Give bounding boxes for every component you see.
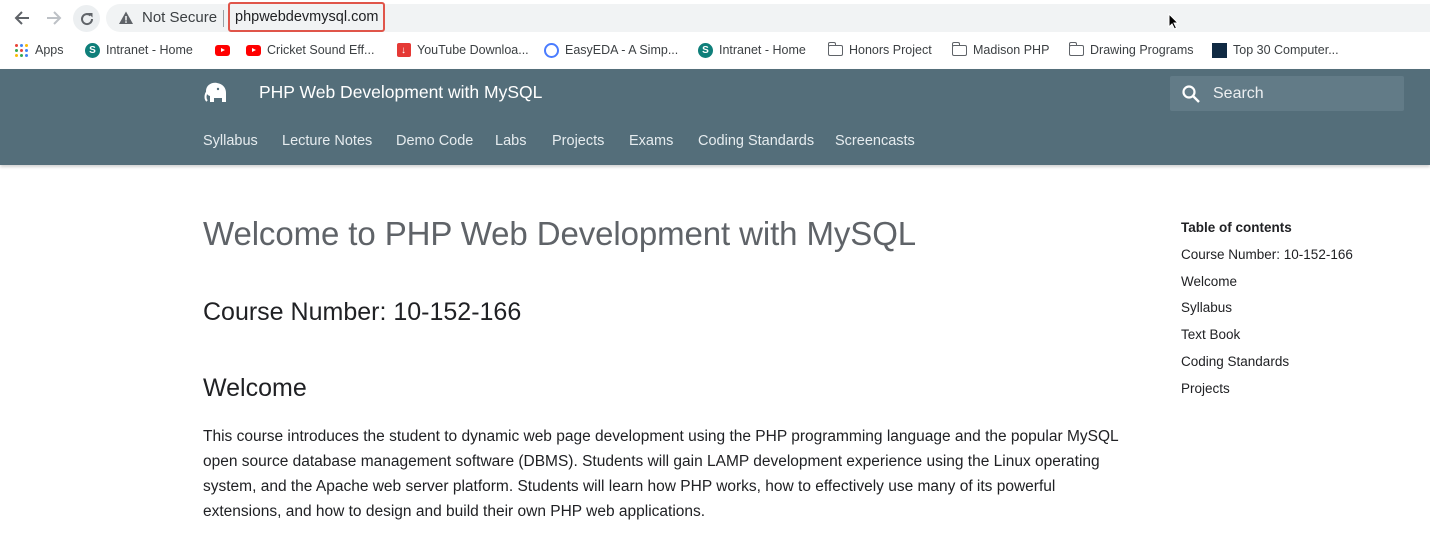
bookmark-label: Drawing Programs — [1090, 43, 1194, 57]
tab-exams[interactable]: Exams — [629, 133, 673, 149]
site-header: PHP Web Development with MySQL Syllabus … — [0, 69, 1430, 165]
course-number-heading: Course Number: 10-152-166 — [203, 298, 522, 326]
welcome-heading: Welcome — [203, 374, 307, 402]
security-status-label[interactable]: Not Secure — [142, 9, 217, 26]
bookmark-easyeda[interactable]: EasyEDA - A Simp... — [544, 41, 678, 59]
folder-icon — [827, 41, 843, 58]
mouse-cursor-icon — [1168, 13, 1179, 30]
download-icon: ↓ — [396, 43, 411, 58]
tab-syllabus[interactable]: Syllabus — [203, 133, 258, 149]
bookmark-drawing-programs[interactable]: Drawing Programs — [1068, 41, 1194, 59]
site-title[interactable]: PHP Web Development with MySQL — [259, 82, 542, 103]
welcome-paragraph: This course introduces the student to dy… — [203, 428, 1119, 520]
toc-item-projects[interactable]: Projects — [1181, 381, 1230, 396]
bookmark-youtube-downloader[interactable]: ↓ YouTube Downloa... — [396, 41, 529, 59]
bookmark-apps[interactable]: Apps — [14, 41, 64, 59]
arrow-right-icon — [47, 11, 62, 25]
toc-title: Table of contents — [1181, 220, 1292, 235]
bookmark-honors-project[interactable]: Honors Project — [827, 41, 932, 59]
warning-icon — [119, 11, 133, 24]
elephant-logo-icon[interactable] — [203, 81, 229, 105]
search-input[interactable] — [1213, 76, 1393, 111]
bookmark-madison-php[interactable]: Madison PHP — [951, 41, 1050, 59]
forward-button[interactable] — [42, 6, 66, 30]
site-icon — [1212, 42, 1227, 58]
tab-lecture-notes[interactable]: Lecture Notes — [282, 133, 372, 149]
tab-coding-standards[interactable]: Coding Standards — [698, 133, 814, 149]
toc-item-syllabus[interactable]: Syllabus — [1181, 300, 1232, 315]
bookmark-label: YouTube Downloa... — [417, 43, 529, 57]
bookmark-youtube[interactable] — [215, 41, 230, 59]
easyeda-icon — [544, 42, 559, 58]
folder-icon — [1068, 41, 1084, 58]
tab-demo-code[interactable]: Demo Code — [396, 133, 473, 149]
apps-grid-icon — [14, 43, 29, 58]
toc-item-text-book[interactable]: Text Book — [1181, 327, 1240, 342]
toc-item-welcome[interactable]: Welcome — [1181, 274, 1237, 289]
bookmark-label: Honors Project — [849, 43, 932, 57]
page-title: Welcome to PHP Web Development with MySQ… — [203, 215, 917, 252]
reload-button[interactable] — [73, 5, 100, 32]
bookmark-intranet-home-2[interactable]: S Intranet - Home — [698, 41, 806, 59]
sharepoint-icon: S — [85, 42, 100, 58]
youtube-icon — [246, 43, 261, 58]
browser-toolbar: Not Secure phpwebdevmysql.com — [0, 0, 1430, 36]
folder-icon — [951, 41, 967, 58]
bookmarks-bar: Apps S Intranet - Home Cricket Sound Eff… — [0, 36, 1430, 66]
back-button[interactable] — [10, 6, 34, 30]
bookmark-top-30-computer[interactable]: Top 30 Computer... — [1212, 41, 1339, 59]
arrow-left-icon — [14, 11, 29, 25]
bookmark-label: Intranet - Home — [106, 43, 193, 57]
bookmark-label: Madison PHP — [973, 43, 1050, 57]
bookmark-intranet-home[interactable]: S Intranet - Home — [85, 41, 193, 59]
sharepoint-icon: S — [698, 42, 713, 58]
bookmark-label: Cricket Sound Eff... — [267, 43, 375, 57]
youtube-icon — [215, 43, 230, 58]
bookmark-label: EasyEDA - A Simp... — [565, 43, 679, 57]
toc-item-course-number[interactable]: Course Number: 10-152-166 — [1181, 247, 1353, 262]
tab-screencasts[interactable]: Screencasts — [835, 133, 915, 149]
reload-icon — [80, 12, 93, 25]
bookmark-label: Intranet - Home — [719, 43, 806, 57]
omnibox-divider — [223, 10, 224, 27]
bookmark-label: Apps — [35, 43, 64, 57]
address-bar[interactable]: Not Secure phpwebdevmysql.com — [106, 2, 1430, 32]
tab-labs[interactable]: Labs — [495, 133, 526, 149]
url-text[interactable]: phpwebdevmysql.com — [228, 2, 386, 32]
bookmark-cricket-sound[interactable]: Cricket Sound Eff... — [246, 41, 374, 59]
search-icon — [1182, 85, 1200, 103]
search-box[interactable] — [1170, 76, 1404, 111]
bookmark-label: Top 30 Computer... — [1233, 43, 1339, 57]
toc-item-coding-standards[interactable]: Coding Standards — [1181, 354, 1289, 369]
tab-projects[interactable]: Projects — [552, 133, 604, 149]
